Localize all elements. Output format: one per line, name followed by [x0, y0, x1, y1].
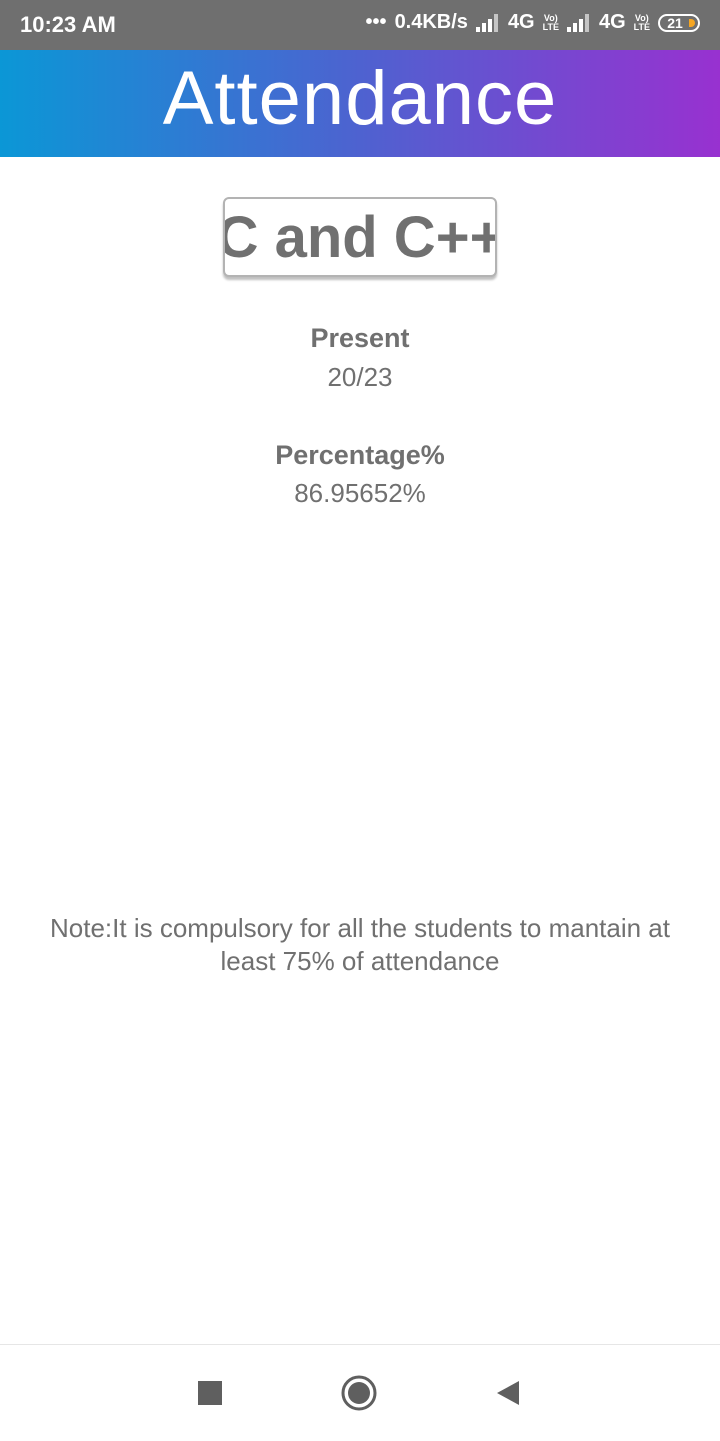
status-bar: 10:23 AM ••• 0.4KB/s 4G Vo) LTE 4G Vo) L… — [0, 0, 720, 50]
percentage-label: Percentage% — [275, 440, 445, 470]
back-button[interactable] — [488, 1375, 524, 1411]
sim2-type: 4G — [598, 11, 626, 33]
percentage-value: 86.95652% — [294, 478, 426, 508]
attendance-note: Note:It is compulsory for all the studen… — [50, 913, 670, 976]
subject-button[interactable]: C and C++ — [223, 197, 497, 277]
recents-button[interactable] — [192, 1375, 228, 1411]
battery-level: 21 — [667, 14, 683, 31]
navigation-bar — [0, 1344, 720, 1441]
status-icons: ••• 0.4KB/s 4G Vo) LTE 4G Vo) LTE 21 — [366, 11, 700, 34]
app-header: Attendance — [0, 50, 720, 157]
page-title: Attendance — [162, 56, 558, 141]
volte-bottom-label: LTE — [542, 21, 559, 32]
volte-bottom-label: LTE — [633, 21, 650, 32]
present-label: Present — [310, 323, 410, 353]
home-button[interactable] — [341, 1375, 377, 1411]
back-icon — [497, 1381, 519, 1405]
signal-icon — [475, 13, 500, 32]
status-time: 10:23 AM — [20, 12, 116, 37]
signal-icon — [566, 13, 591, 32]
sim1-type: 4G — [507, 11, 535, 33]
recents-icon — [198, 1381, 222, 1405]
home-icon — [341, 1375, 377, 1411]
volte-icon: Vo) LTE — [542, 13, 559, 32]
battery-icon: 21 — [658, 13, 700, 32]
present-value: 20/23 — [327, 362, 393, 392]
network-speed: 0.4KB/s — [394, 11, 468, 33]
dots-icon: ••• — [365, 11, 387, 33]
volte-icon: Vo) LTE — [633, 13, 650, 32]
